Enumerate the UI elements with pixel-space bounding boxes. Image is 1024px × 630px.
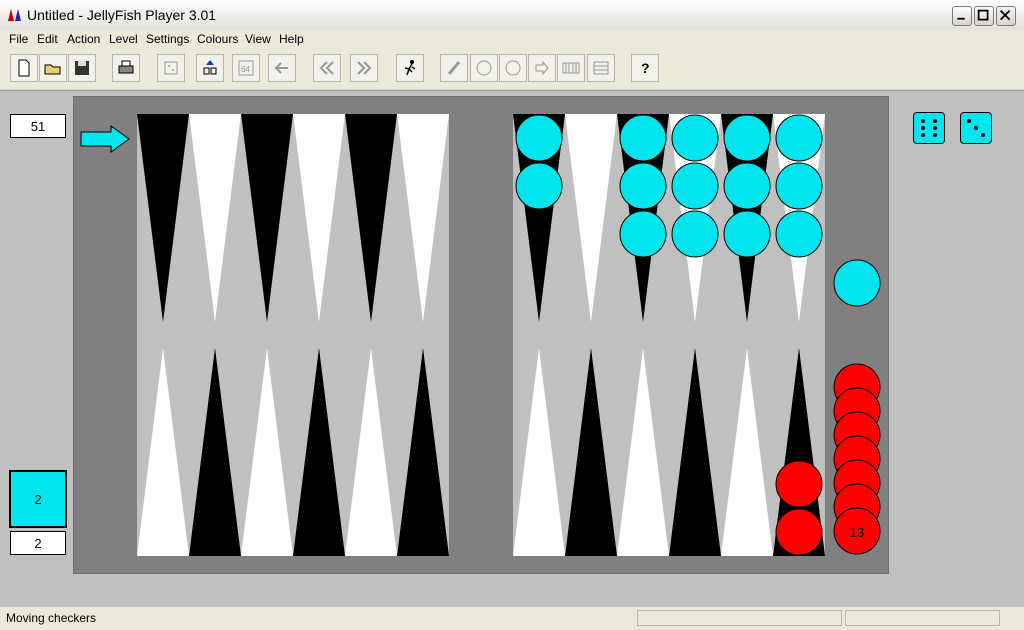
bar-checker[interactable] — [833, 259, 881, 307]
list-icon — [593, 61, 609, 75]
title-bar: Untitled - JellyFish Player 3.01 — [0, 0, 1024, 31]
menu-file[interactable]: File — [9, 32, 28, 46]
checker-two-button[interactable] — [499, 54, 527, 82]
right-arrow-icon — [535, 60, 549, 76]
cyan-checker[interactable] — [671, 162, 719, 210]
menu-colours[interactable]: Colours — [197, 32, 238, 46]
cyan-checker[interactable] — [775, 162, 823, 210]
save-disk-icon — [75, 61, 89, 75]
save-button[interactable] — [68, 54, 96, 82]
cyan-checker[interactable] — [723, 162, 771, 210]
question-mark-icon: ? — [641, 60, 650, 76]
cyan-checker[interactable] — [671, 210, 719, 258]
checker-one-button[interactable] — [470, 54, 498, 82]
cyan-checker[interactable] — [833, 259, 881, 307]
score-box: 2 — [10, 531, 66, 555]
board-icon — [562, 62, 580, 74]
open-folder-icon — [44, 64, 61, 75]
svg-text:?: ? — [641, 60, 650, 76]
die-six-pips-icon — [921, 119, 937, 137]
status-message: Moving checkers — [6, 611, 97, 625]
menu-settings[interactable]: Settings — [146, 32, 189, 46]
red-checker[interactable] — [775, 460, 823, 508]
roll-dice-button[interactable] — [157, 54, 185, 82]
cyan-checker[interactable] — [515, 162, 563, 210]
borne-off-count: 13 — [850, 525, 864, 540]
maximize-icon — [977, 9, 989, 21]
minimize-icon — [957, 17, 965, 20]
new-document-icon — [18, 59, 30, 77]
edit-position-button[interactable] — [440, 54, 468, 82]
die-three[interactable] — [960, 112, 992, 144]
backgammon-board[interactable]: 13 — [73, 96, 889, 574]
board-view-button[interactable] — [557, 54, 585, 82]
circle-icon — [476, 60, 492, 76]
running-man-icon — [404, 60, 416, 76]
menu-action[interactable]: Action — [67, 32, 100, 46]
menu-help[interactable]: Help — [279, 32, 304, 46]
toolbar: 64 ? — [0, 49, 1024, 90]
pencil-icon — [447, 61, 461, 75]
close-button[interactable] — [996, 6, 1016, 26]
rewind-icon — [319, 61, 334, 75]
printer-icon — [118, 60, 134, 74]
open-button[interactable] — [39, 54, 67, 82]
menu-bar: File Edit Action Level Settings Colours … — [0, 30, 1024, 49]
cube-64-icon: 64 — [238, 60, 254, 76]
cyan-checker[interactable] — [723, 210, 771, 258]
help-button[interactable]: ? — [631, 54, 659, 82]
menu-edit[interactable]: Edit — [37, 32, 58, 46]
rewind-button[interactable] — [313, 54, 341, 82]
cyan-checker[interactable] — [515, 114, 563, 162]
left-arrow-icon — [274, 62, 288, 74]
cyan-checker[interactable] — [619, 162, 667, 210]
cube-64-button[interactable]: 64 — [232, 54, 260, 82]
cyan-checker[interactable] — [775, 114, 823, 162]
double-cube-icon — [203, 60, 217, 75]
fast-forward-button[interactable] — [350, 54, 378, 82]
red-checker[interactable] — [775, 508, 823, 556]
forward-button[interactable] — [528, 54, 556, 82]
minimize-button[interactable] — [952, 6, 972, 26]
menu-level[interactable]: Level — [109, 32, 138, 46]
dice-icon — [164, 61, 178, 75]
window-title: Untitled - JellyFish Player 3.01 — [27, 7, 217, 23]
menu-view[interactable]: View — [245, 32, 271, 46]
cyan-checker[interactable] — [671, 114, 719, 162]
run-button[interactable] — [396, 54, 424, 82]
fast-forward-icon — [357, 61, 372, 75]
die-three-pips-icon — [967, 119, 985, 137]
list-view-button[interactable] — [587, 54, 615, 82]
circle-icon — [505, 60, 521, 76]
double-button[interactable] — [196, 54, 224, 82]
print-button[interactable] — [112, 54, 140, 82]
cyan-checker[interactable] — [619, 114, 667, 162]
maximize-button[interactable] — [974, 6, 994, 26]
die-six[interactable] — [913, 112, 945, 144]
doubling-cube[interactable]: 2 — [9, 470, 67, 528]
status-panel-1 — [637, 610, 842, 626]
left-half-board[interactable] — [137, 114, 449, 556]
status-bar: Moving checkers — [0, 606, 1024, 630]
status-panel-2 — [845, 610, 1000, 626]
close-icon — [999, 9, 1011, 21]
cyan-checker[interactable] — [619, 210, 667, 258]
svg-text:64: 64 — [241, 65, 250, 74]
cyan-checker[interactable] — [775, 210, 823, 258]
cyan-checker[interactable] — [723, 114, 771, 162]
undo-button[interactable] — [268, 54, 296, 82]
jellyfish-app-icon — [8, 9, 21, 21]
new-button[interactable] — [10, 54, 38, 82]
match-length-box: 51 — [10, 114, 66, 138]
